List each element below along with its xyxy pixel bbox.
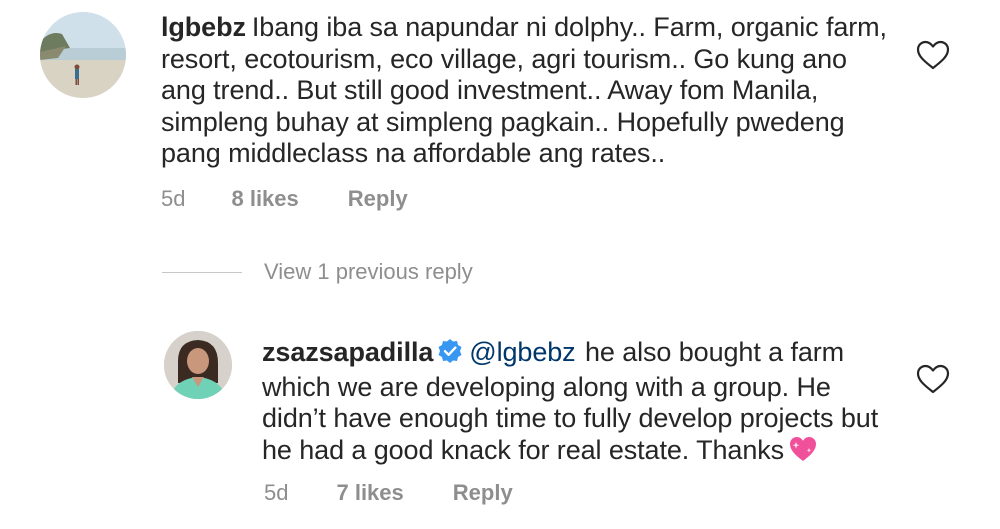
verified-badge-icon (437, 338, 463, 372)
username[interactable]: zsazsapadilla (262, 337, 433, 367)
comment-text-line: resort, ecotourism, eco village, agri to… (161, 43, 847, 74)
sparkling-heart-emoji-icon (788, 435, 818, 471)
comment-text-line: pang middleclass na affordable ang rates… (161, 138, 666, 168)
reply-button[interactable]: Reply (348, 186, 408, 212)
reply-body: zsazsapadilla @lgbebz he also bought a f… (262, 337, 902, 470)
comment-body: lgbebz Ibang iba sa napundar ni dolphy.. … (161, 12, 901, 170)
comment-text-line: simpleng buhay at simpleng pagkain.. Hop… (161, 106, 845, 137)
mention-link[interactable]: @lgbebz (469, 337, 575, 367)
like-heart-icon[interactable] (916, 40, 950, 70)
reply-text-line: didn’t have enough time to fully develop… (262, 403, 879, 433)
view-previous-replies-button[interactable]: View 1 previous reply (162, 259, 473, 285)
divider-line (162, 271, 242, 273)
reply-text-line: he had a good knack for real estate. Tha… (262, 434, 785, 465)
likes-count[interactable]: 7 likes (336, 480, 403, 506)
portrait-photo-avatar (164, 331, 232, 399)
likes-count[interactable]: 8 likes (231, 186, 298, 212)
beach-photo-avatar (40, 12, 126, 98)
like-heart-icon[interactable] (916, 364, 950, 394)
reply-meta: 5d 7 likes Reply (264, 480, 513, 506)
comment-text-line: Ibang iba sa napundar ni dolphy.. Farm, … (251, 12, 887, 42)
comment-meta: 5d 8 likes Reply (161, 186, 408, 212)
reply-button[interactable]: Reply (453, 480, 513, 506)
view-replies-label: View 1 previous reply (264, 259, 473, 284)
reply-text-line: which we are developing along with a gro… (262, 371, 831, 402)
comment-text-line: ang trend.. But still good investment.. … (161, 75, 819, 105)
timestamp: 5d (264, 480, 289, 505)
avatar-lgbebz[interactable] (40, 12, 126, 98)
timestamp: 5d (161, 186, 186, 211)
avatar-zsazsapadilla[interactable] (164, 331, 232, 399)
reply-text-line: he also bought a farm (584, 337, 845, 367)
username[interactable]: lgbebz (161, 12, 246, 42)
